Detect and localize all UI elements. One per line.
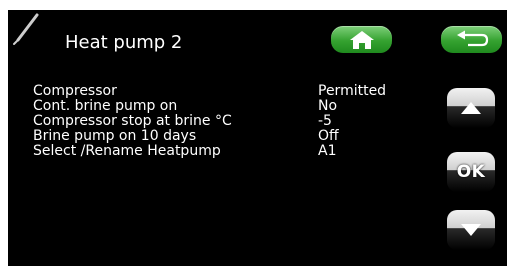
setting-value: Permitted <box>318 83 387 99</box>
scroll-up-button[interactable] <box>447 88 495 128</box>
display-screen: Heat pump 2 Compressor Permitted Cont. b… <box>8 10 507 266</box>
thermometer-probe-icon <box>12 13 39 46</box>
setting-value: -5 <box>318 113 332 129</box>
ok-button-label: OK <box>456 162 486 182</box>
setting-row-cont-brine-pump[interactable]: Cont. brine pump on No <box>33 99 433 114</box>
setting-row-brine-pump-10-days[interactable]: Brine pump on 10 days Off <box>33 129 433 144</box>
return-arrow-icon <box>456 30 488 46</box>
page-title: Heat pump 2 <box>65 32 183 53</box>
ok-button[interactable]: OK <box>447 152 495 192</box>
triangle-down-icon <box>461 224 481 236</box>
setting-row-compressor[interactable]: Compressor Permitted <box>33 84 433 99</box>
setting-label: Compressor <box>33 83 117 99</box>
setting-label: Cont. brine pump on <box>33 98 178 114</box>
setting-row-select-rename-heatpump[interactable]: Select /Rename Heatpump A1 <box>33 144 433 159</box>
setting-row-compressor-stop[interactable]: Compressor stop at brine °C -5 <box>33 114 433 129</box>
setting-value: A1 <box>318 143 337 159</box>
setting-label: Select /Rename Heatpump <box>33 143 221 159</box>
home-icon <box>349 30 374 49</box>
setting-label: Compressor stop at brine °C <box>33 113 232 129</box>
triangle-up-icon <box>461 102 481 114</box>
setting-label: Brine pump on 10 days <box>33 128 197 144</box>
setting-value: No <box>318 98 338 114</box>
back-button[interactable] <box>441 26 502 53</box>
setting-value: Off <box>318 128 339 144</box>
home-button[interactable] <box>331 26 392 53</box>
settings-list: Compressor Permitted Cont. brine pump on… <box>33 84 433 159</box>
scroll-down-button[interactable] <box>447 210 495 250</box>
